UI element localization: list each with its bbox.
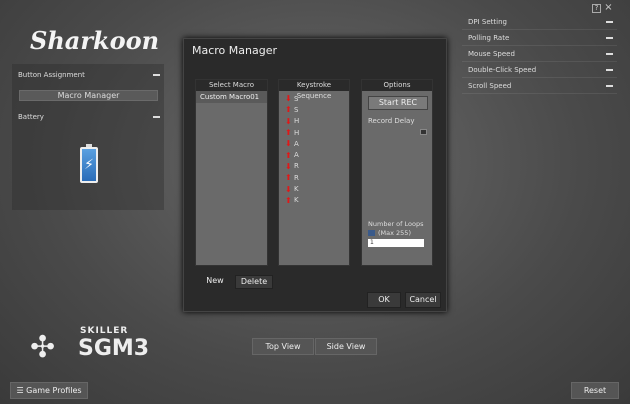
key-label: K: [294, 196, 299, 205]
keystroke-item[interactable]: ⬆ S: [279, 104, 349, 115]
max-label: (Max 255): [378, 229, 411, 237]
cancel-button[interactable]: Cancel: [405, 292, 441, 308]
options-header: Options: [362, 80, 432, 91]
collapse-icon[interactable]: [153, 116, 160, 118]
item-label: Double-Click Speed: [468, 66, 537, 74]
collapse-icon[interactable]: [606, 37, 613, 39]
keystroke-item[interactable]: ⬇ H: [279, 116, 349, 127]
reset-button[interactable]: Reset: [571, 382, 619, 399]
loops-input[interactable]: 1: [368, 239, 424, 247]
side-view-button[interactable]: Side View: [315, 338, 377, 355]
macro-manager-dialog: Macro Manager Select Macro Custom Macro0…: [183, 38, 447, 312]
battery-label: Battery: [18, 113, 44, 121]
keystroke-item[interactable]: ⬇ R: [279, 161, 349, 172]
key-label: R: [294, 173, 299, 182]
key-label: H: [294, 117, 300, 126]
game-profiles-button[interactable]: ☰ Game Profiles: [10, 382, 88, 399]
select-macro-list[interactable]: Select Macro Custom Macro01: [195, 79, 268, 266]
settings-list: DPI Setting Polling Rate Mouse Speed Dou…: [462, 14, 617, 94]
product-model: SGM3: [78, 336, 150, 361]
key-label: A: [294, 151, 299, 160]
collapse-icon[interactable]: [606, 21, 613, 23]
record-delay-label: Record Delay: [368, 117, 415, 125]
key-down-arrow-icon: ⬇: [285, 184, 292, 194]
keystroke-item[interactable]: ⬇ A: [279, 138, 349, 149]
skiller-sgm3-logo: ✣ SKILLER SGM3: [30, 326, 150, 370]
macro-manager-button[interactable]: Macro Manager: [19, 90, 158, 101]
delete-button[interactable]: Delete: [235, 275, 273, 289]
key-down-arrow-icon: ⬇: [285, 116, 292, 126]
keystroke-header: Keystroke Sequence: [279, 80, 349, 100]
collapse-icon[interactable]: [606, 69, 613, 71]
keystroke-sequence-list[interactable]: Keystroke Sequence ⬇ S ⬆ S ⬇ H ⬆ H ⬇ A ⬆ A ⬇ R ⬆ R ⬇ K ⬆ K: [278, 79, 350, 266]
options-panel: Options Start REC Record Delay Number of…: [361, 79, 433, 266]
collapse-icon[interactable]: [153, 74, 160, 76]
dialog-title: Macro Manager: [192, 44, 278, 57]
key-label: H: [294, 128, 300, 137]
top-view-button[interactable]: Top View: [252, 338, 314, 355]
keystroke-item[interactable]: ⬆ K: [279, 195, 349, 206]
mouse-speed-item[interactable]: Mouse Speed: [462, 46, 617, 62]
macro-item[interactable]: Custom Macro01: [196, 91, 267, 103]
skiller-emblem-icon: ✣: [30, 330, 56, 365]
product-line: SKILLER: [80, 326, 129, 336]
close-button[interactable]: ×: [604, 3, 613, 13]
charging-battery-icon: ⚡: [80, 144, 98, 183]
key-down-arrow-icon: ⬇: [285, 161, 292, 171]
record-delay-checkbox[interactable]: [420, 129, 427, 135]
select-macro-header: Select Macro: [196, 80, 267, 91]
double-click-speed-item[interactable]: Double-Click Speed: [462, 62, 617, 78]
ok-button[interactable]: OK: [367, 292, 401, 308]
keystroke-item[interactable]: ⬆ R: [279, 172, 349, 183]
item-label: Scroll Speed: [468, 82, 512, 90]
key-up-arrow-icon: ⬆: [285, 128, 292, 138]
scroll-speed-item[interactable]: Scroll Speed: [462, 78, 617, 94]
key-label: S: [294, 105, 299, 114]
key-down-arrow-icon: ⬇: [285, 94, 292, 104]
collapse-icon[interactable]: [606, 85, 613, 87]
start-rec-button[interactable]: Start REC: [368, 96, 428, 110]
dpi-setting-item[interactable]: DPI Setting: [462, 14, 617, 30]
item-label: Polling Rate: [468, 34, 510, 42]
list-icon: ☰: [16, 386, 27, 395]
loops-label: Number of Loops: [368, 220, 424, 228]
key-up-arrow-icon: ⬆: [285, 173, 292, 183]
help-button[interactable]: ?: [592, 4, 601, 13]
key-label: K: [294, 185, 299, 194]
new-button[interactable]: New: [197, 275, 233, 289]
game-profiles-label: Game Profiles: [26, 386, 82, 395]
button-assignment-label: Button Assignment: [18, 71, 85, 79]
loops-checkbox[interactable]: [368, 230, 375, 236]
item-label: DPI Setting: [468, 18, 507, 26]
collapse-icon[interactable]: [606, 53, 613, 55]
polling-rate-item[interactable]: Polling Rate: [462, 30, 617, 46]
key-label: S: [294, 94, 299, 103]
item-label: Mouse Speed: [468, 50, 515, 58]
key-label: A: [294, 139, 299, 148]
left-panel: Button Assignment Macro Manager Battery …: [12, 64, 164, 210]
keystroke-item[interactable]: ⬆ A: [279, 149, 349, 160]
key-label: R: [294, 162, 299, 171]
key-down-arrow-icon: ⬇: [285, 139, 292, 149]
keystroke-item[interactable]: ⬇ K: [279, 183, 349, 194]
key-up-arrow-icon: ⬆: [285, 150, 292, 160]
key-up-arrow-icon: ⬆: [285, 195, 292, 205]
keystroke-item[interactable]: ⬆ H: [279, 127, 349, 138]
key-up-arrow-icon: ⬆: [285, 105, 292, 115]
sharkoon-logo: Sharkoon: [30, 26, 160, 55]
